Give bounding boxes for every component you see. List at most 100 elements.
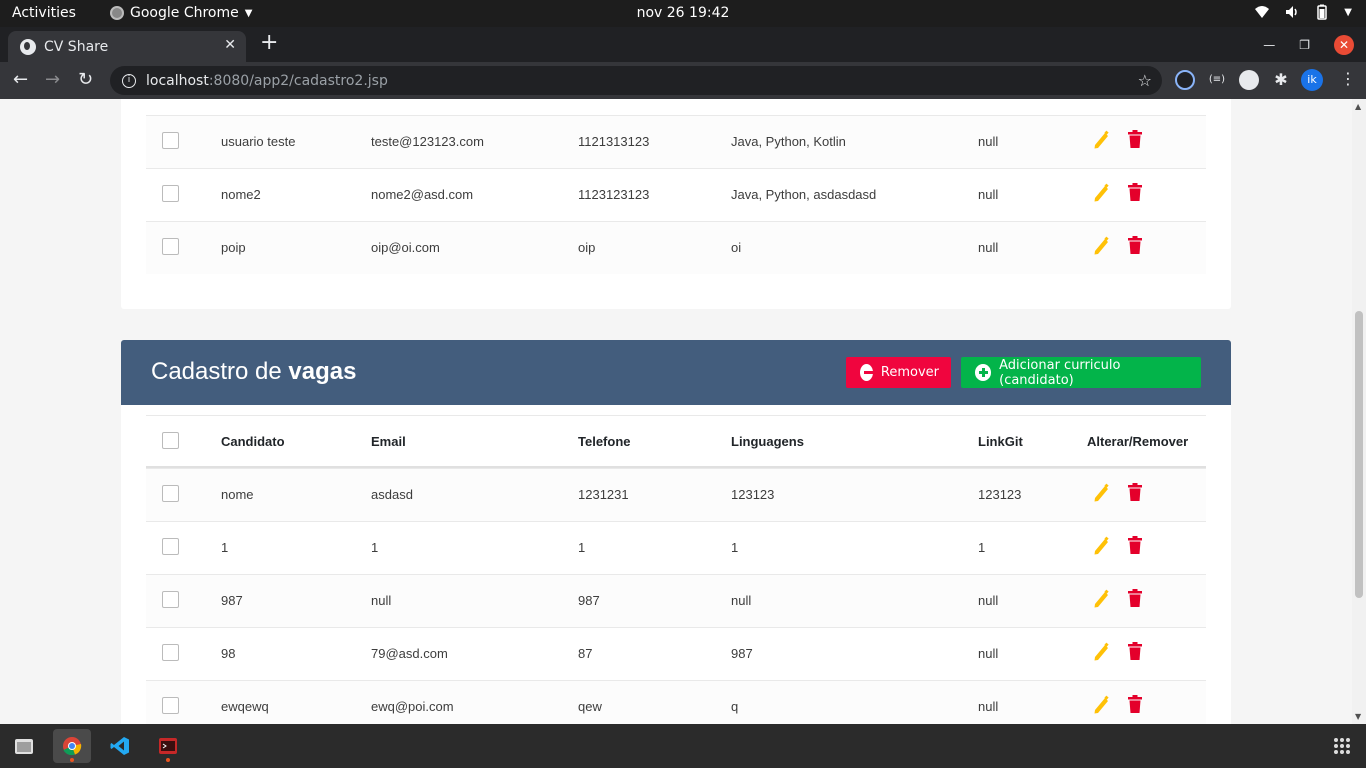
terminal-icon [159,738,177,754]
extension-owl-icon[interactable] [1175,70,1195,90]
delete-icon[interactable] [1128,236,1142,254]
col-candidato: Candidato [221,434,285,449]
extension-circle-icon[interactable] [1239,70,1259,90]
cell-linguagens: 123123 [731,487,775,502]
close-window-button[interactable]: ✕ [1334,35,1354,55]
window-controls: — ❐ ✕ [1263,35,1354,55]
table-row: ewqewq ewq@poi.com qew q null [146,680,1206,724]
edit-icon[interactable] [1093,642,1111,662]
cell-telefone: 1231231 [578,487,629,502]
row-checkbox[interactable] [162,591,179,608]
edit-icon[interactable] [1093,589,1111,609]
cell-name: 987 [221,593,243,608]
cell-telefone: 87 [578,646,593,661]
cell-linguagens: Java, Python, asdasdasd [731,187,877,202]
cell-telefone: 1123123123 [578,187,650,202]
chrome-icon [63,737,82,756]
cell-email: teste@123123.com [371,134,484,149]
maximize-button[interactable]: ❐ [1299,38,1310,52]
delete-icon[interactable] [1128,183,1142,201]
delete-icon[interactable] [1128,589,1142,607]
row-checkbox[interactable] [162,132,179,149]
cell-linkgit: 123123 [978,487,1022,502]
add-curriculo-button[interactable]: Adicionar curriculo (candidato) [961,357,1201,388]
cell-name: nome [221,487,254,502]
vscode-app[interactable] [101,729,139,763]
cell-telefone: 1 [578,540,586,555]
add-button-label: Adicionar curriculo (candidato) [999,357,1121,388]
system-tray[interactable]: ▼ [1254,4,1352,20]
back-button[interactable]: ← [13,69,28,90]
minimize-button[interactable]: — [1263,38,1275,52]
edit-icon[interactable] [1093,483,1111,503]
table-row: nome2 nome2@asd.com 1123123123 Java, Python… [146,168,1206,221]
cell-linkgit: null [978,187,999,202]
bookmark-star-icon[interactable]: ☆ [1138,71,1152,90]
page-title: Cadastro de vagas [151,358,357,385]
url-host: localhost [146,72,209,89]
row-checkbox[interactable] [162,538,179,555]
scrollbar-thumb[interactable] [1355,311,1363,598]
forward-button[interactable]: → [45,69,60,90]
taskbar [0,724,1366,768]
extension-cast-icon[interactable]: (≡) [1207,70,1227,90]
profile-avatar[interactable]: ik [1301,69,1323,91]
puzzle-icon[interactable]: ✱ [1271,70,1291,90]
scroll-up-arrow[interactable]: ▲ [1355,102,1361,111]
delete-icon[interactable] [1128,536,1142,554]
cell-name: nome2 [221,187,261,202]
col-linguagens: Linguagens [731,434,804,449]
col-telefone: Telefone [578,434,631,449]
vscode-icon [110,737,129,755]
folder-icon [15,739,33,754]
files-app[interactable] [5,729,43,763]
new-tab-button[interactable]: + [260,32,278,54]
plus-circle-icon [975,364,992,381]
delete-icon[interactable] [1128,642,1142,660]
cell-linkgit: null [978,593,999,608]
show-applications-icon[interactable] [1334,738,1350,754]
reload-button[interactable]: ↻ [78,69,93,90]
row-checkbox[interactable] [162,185,179,202]
cell-email: null [371,593,392,608]
menu-kebab-icon[interactable]: ⋮ [1340,69,1356,88]
terminal-app[interactable] [149,729,187,763]
battery-icon [1317,4,1328,20]
cell-telefone: oip [578,240,596,255]
edit-icon[interactable] [1093,236,1111,256]
col-linkgit: LinkGit [978,434,1023,449]
url-path: :8080/app2/cadastro2.jsp [208,72,388,89]
delete-icon[interactable] [1128,483,1142,501]
row-checkbox[interactable] [162,644,179,661]
row-checkbox[interactable] [162,485,179,502]
edit-icon[interactable] [1093,536,1111,556]
users-table: usuario teste teste@123123.com 1121313123 J… [146,115,1206,274]
remove-button[interactable]: Remover [846,357,951,388]
edit-icon[interactable] [1093,130,1111,150]
delete-icon[interactable] [1128,130,1142,148]
row-checkbox[interactable] [162,697,179,714]
browser-toolbar: ← → ↻ i localhost:8080/app2/cadastro2.js… [0,62,1366,99]
info-icon[interactable]: i [122,73,136,88]
minus-circle-icon [860,364,873,381]
tab-cv-share[interactable]: CV Share ✕ [8,31,246,62]
address-bar[interactable]: i localhost:8080/app2/cadastro2.jsp ☆ [110,66,1162,95]
delete-icon[interactable] [1128,695,1142,713]
table-row: 1 1 1 1 1 [146,521,1206,574]
cell-telefone: 987 [578,593,600,608]
cell-email: nome2@asd.com [371,187,474,202]
col-alterar-remover: Alterar/Remover [1087,434,1189,449]
users-card: usuario teste teste@123123.com 1121313123 J… [121,99,1231,309]
row-checkbox[interactable] [162,238,179,255]
system-top-bar: Activities Google Chrome ▼ nov 26 19:42 … [0,0,1366,27]
edit-icon[interactable] [1093,183,1111,203]
select-all-checkbox[interactable] [162,432,179,449]
scroll-down-arrow[interactable]: ▼ [1355,712,1361,721]
chrome-app[interactable] [53,729,91,763]
table-header-row: Candidato Email Telefone Linguagens Link… [146,415,1206,468]
clock[interactable]: nov 26 19:42 [0,5,1366,21]
close-icon[interactable]: ✕ [224,37,236,53]
page-scrollbar[interactable]: ▲ ▼ [1352,99,1366,724]
volume-icon [1286,6,1298,18]
edit-icon[interactable] [1093,695,1111,715]
